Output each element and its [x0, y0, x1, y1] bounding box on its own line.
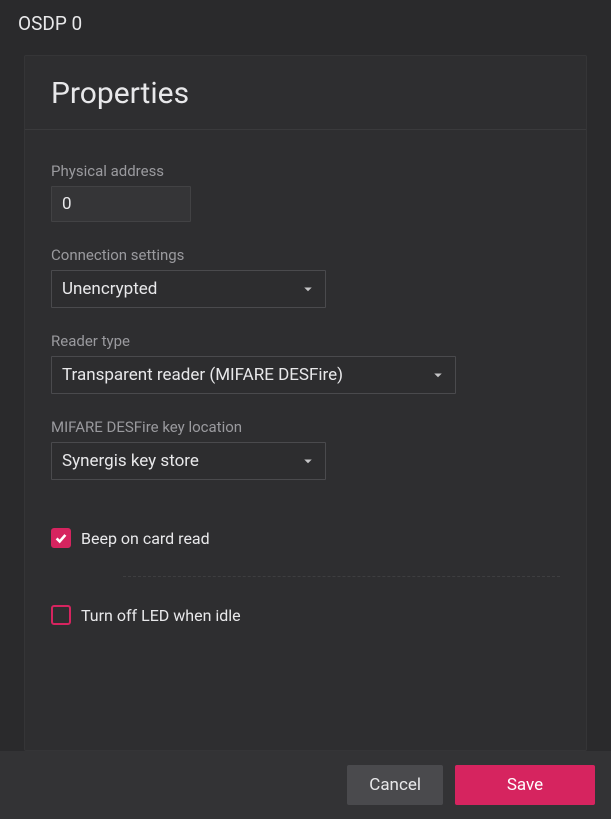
save-button[interactable]: Save [455, 765, 595, 805]
connection-settings-select[interactable]: Unencrypted [51, 270, 326, 308]
dialog-footer: Cancel Save [0, 751, 611, 819]
physical-address-label: Physical address [51, 162, 560, 180]
beep-on-card-read-label[interactable]: Beep on card read [81, 529, 210, 548]
panel-title: Properties [25, 56, 586, 130]
key-location-select[interactable]: Synergis key store [51, 442, 326, 480]
turn-off-led-checkbox[interactable] [51, 605, 71, 625]
cancel-button[interactable]: Cancel [347, 765, 443, 805]
checkmark-icon [54, 531, 68, 545]
reader-type-select[interactable]: Transparent reader (MIFARE DESFire) [51, 356, 456, 394]
physical-address-input[interactable] [51, 186, 191, 222]
turn-off-led-label[interactable]: Turn off LED when idle [81, 606, 241, 625]
properties-panel: Properties Physical address Connection s… [24, 55, 587, 751]
reader-type-label: Reader type [51, 332, 560, 350]
connection-settings-label: Connection settings [51, 246, 560, 264]
dialog-title: OSDP 0 [18, 12, 82, 35]
divider [123, 576, 560, 577]
beep-on-card-read-checkbox[interactable] [51, 528, 71, 548]
key-location-label: MIFARE DESFire key location [51, 418, 560, 436]
